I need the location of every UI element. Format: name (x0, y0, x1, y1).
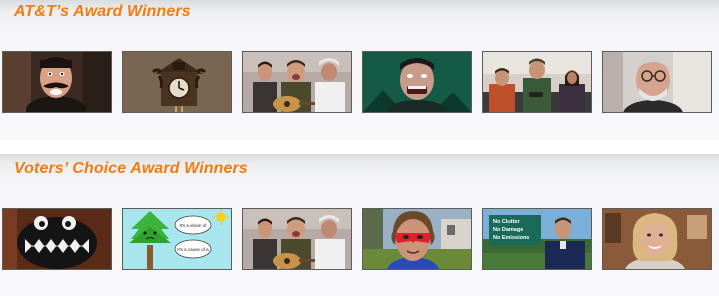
old-man-glasses-thumbnail[interactable] (602, 51, 712, 113)
cartoon-tree-thumbnail[interactable]: It's a vision of It's a cause of a (122, 208, 232, 270)
red-masked-man-image (363, 209, 471, 269)
sign-man-image: No Clutter No Damage No Emissions (483, 209, 591, 269)
cuckoo-clock-thumbnail[interactable] (122, 51, 232, 113)
att-award-thumbnail-row (2, 51, 717, 113)
old-man-glasses-image (603, 52, 711, 112)
mustache-man-image (3, 52, 111, 112)
sign-text-line-3: No Emissions (493, 235, 529, 241)
three-men-guitar-image (243, 209, 351, 269)
speech-bubble-text-1: It's a vision of (179, 223, 207, 228)
sign-man-thumbnail[interactable]: No Clutter No Damage No Emissions (482, 208, 592, 270)
gamers-couch-image (483, 52, 591, 112)
section-title-att-award-winners: AT&T’s Award Winners (14, 3, 191, 20)
three-men-guitar-thumbnail[interactable] (242, 208, 352, 270)
cartoon-tree-image: It's a vision of It's a cause of a (123, 209, 231, 269)
three-men-guitar-image (243, 52, 351, 112)
smiling-woman-image (603, 209, 711, 269)
three-men-guitar-thumbnail[interactable] (242, 51, 352, 113)
smiling-woman-thumbnail[interactable] (602, 208, 712, 270)
monster-mouth-image (3, 209, 111, 269)
voters-choice-thumbnail-row: It's a vision of It's a cause of a No Cl… (2, 208, 717, 270)
att-award-winners-section: AT&T’s Award Winners (0, 0, 719, 140)
voters-choice-award-winners-section: Voters’ Choice Award Winners It's a visi… (0, 154, 719, 296)
gamers-couch-thumbnail[interactable] (482, 51, 592, 113)
sign-text-line-2: No Damage (493, 227, 523, 233)
section-title-voters-choice-award-winners: Voters’ Choice Award Winners (14, 160, 248, 177)
red-masked-man-thumbnail[interactable] (362, 208, 472, 270)
mustache-man-thumbnail[interactable] (2, 51, 112, 113)
sign-text-line-1: No Clutter (493, 219, 520, 225)
monster-mouth-thumbnail[interactable] (2, 208, 112, 270)
cuckoo-clock-image (123, 52, 231, 112)
screaming-man-image (363, 52, 471, 112)
screaming-man-thumbnail[interactable] (362, 51, 472, 113)
speech-bubble-text-2: It's a cause of a (177, 247, 209, 252)
